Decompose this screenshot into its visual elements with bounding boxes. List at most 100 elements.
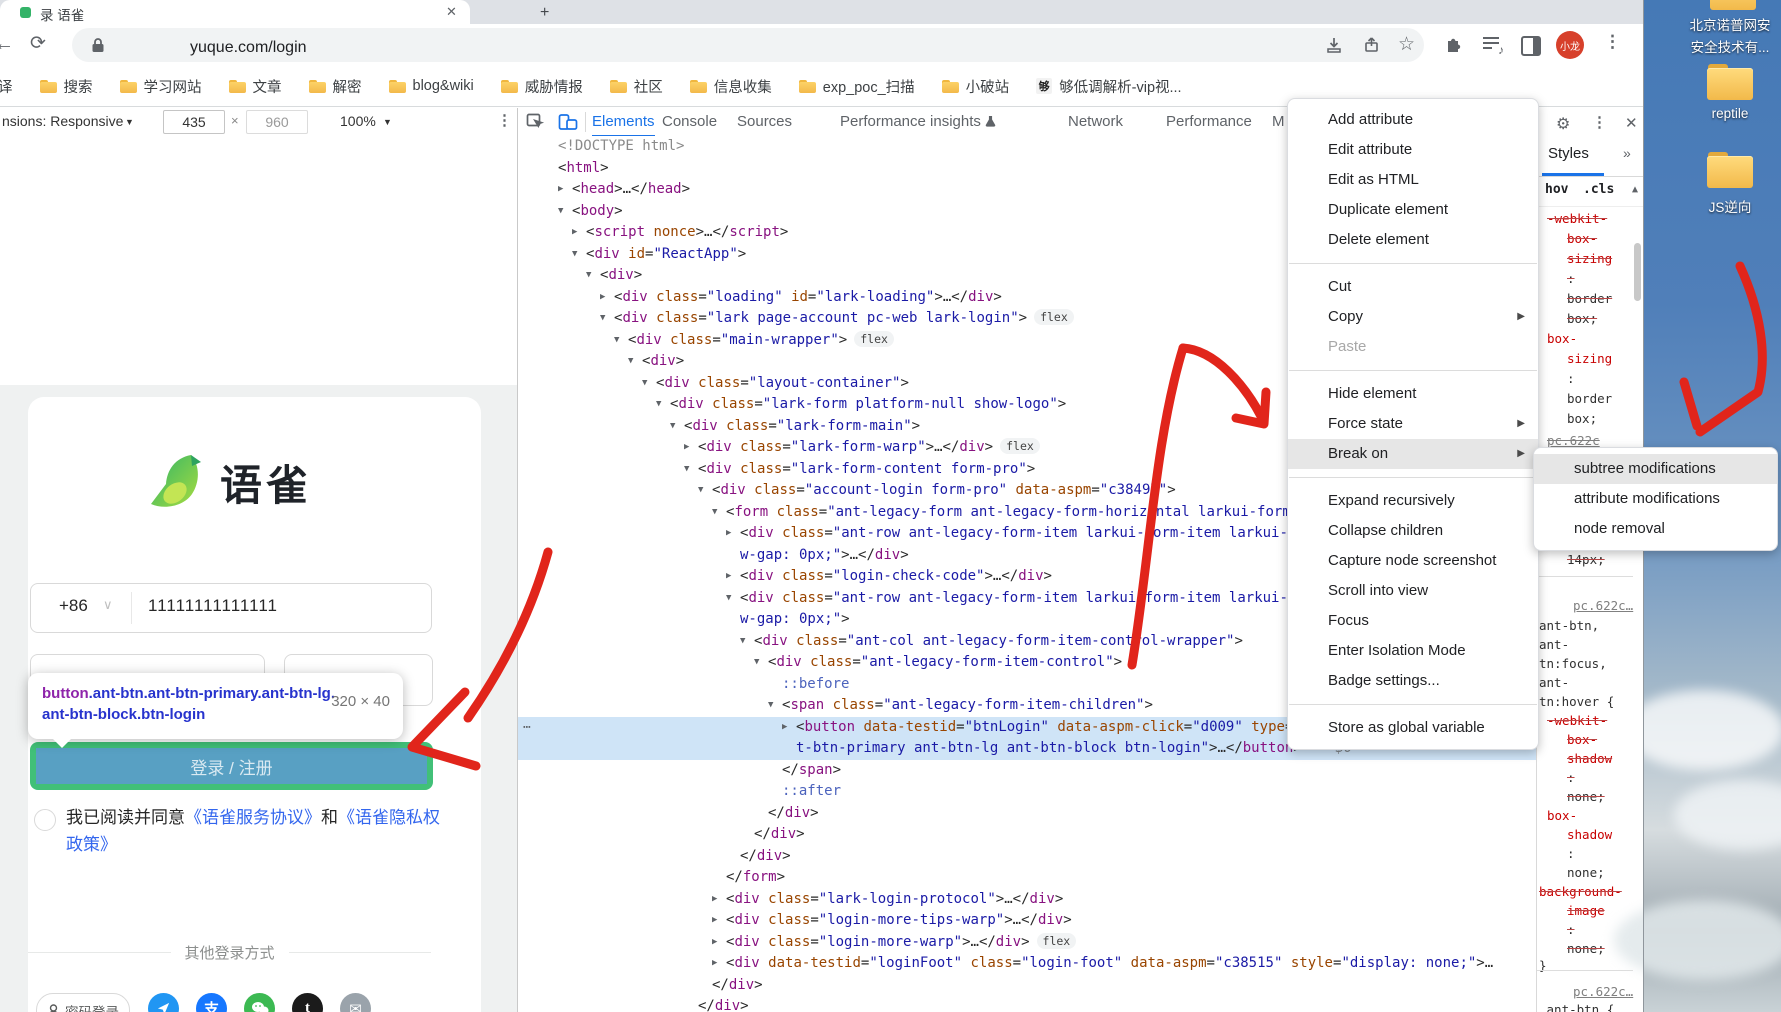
expanded-arrow-icon[interactable]: ▼ (656, 394, 668, 416)
expanded-arrow-icon[interactable]: ▼ (768, 695, 780, 717)
menu-item-store-as-global-variable[interactable]: Store as global variable (1288, 713, 1538, 743)
viewport-height-input[interactable]: 960 (246, 110, 308, 134)
expanded-arrow-icon[interactable]: ▼ (572, 244, 584, 266)
expanded-arrow-icon[interactable]: ▼ (698, 480, 710, 502)
folder-icon-reptile[interactable] (1707, 64, 1753, 100)
folder-icon-js-reverse[interactable] (1707, 152, 1753, 188)
bookmark-item[interactable]: blog&wiki (388, 78, 474, 94)
dom-tree-node[interactable]: ▶ <div class="lark-login-protocol">…</div… (518, 889, 1536, 911)
password-login-button[interactable]: 密码登录 (36, 993, 130, 1012)
collapsed-arrow-icon[interactable]: ▶ (684, 437, 696, 459)
stylesheet-source-link[interactable]: pc.622c (1547, 433, 1600, 448)
dimensions-label[interactable]: nsions: Responsive (2, 113, 123, 129)
expanded-arrow-icon[interactable]: ▼ (754, 652, 766, 674)
device-toggle-icon[interactable] (558, 113, 578, 131)
menu-item-cut[interactable]: Cut (1288, 272, 1538, 302)
menu-item-node-removal[interactable]: node removal (1534, 514, 1777, 544)
flex-badge[interactable]: flex (1034, 309, 1074, 325)
collapsed-arrow-icon[interactable]: ▶ (572, 222, 584, 244)
back-icon[interactable]: ← (0, 33, 14, 56)
dom-tree-node[interactable]: </div> (518, 846, 1536, 868)
flex-badge[interactable]: flex (1036, 932, 1077, 949)
viewport-width-input[interactable]: 435 (163, 110, 225, 134)
bookmark-item[interactable]: exp_poc_扫描 (798, 76, 915, 97)
folder-label[interactable]: reptile (1670, 106, 1781, 121)
inspect-element-icon[interactable] (526, 113, 545, 131)
bookmark-item[interactable]: 解密 (308, 76, 362, 97)
collapsed-arrow-icon[interactable]: ▶ (712, 889, 724, 911)
expanded-arrow-icon[interactable]: ▼ (586, 265, 598, 287)
agreement-checkbox[interactable] (34, 809, 56, 831)
menu-item-copy[interactable]: Copy ▶ (1288, 302, 1538, 332)
chevron-down-icon[interactable]: ∨ (103, 597, 113, 613)
stylesheet-source-link[interactable]: pc.622c… (1573, 598, 1633, 613)
desktop-item-label[interactable]: 安全技术有... (1670, 36, 1781, 56)
dom-tree-node[interactable]: ▶ <div data-testid="loginFoot" class="log… (518, 953, 1536, 975)
menu-item-duplicate-element[interactable]: Duplicate element (1288, 195, 1538, 225)
mail-icon[interactable]: ✉ (340, 993, 371, 1012)
expanded-arrow-icon[interactable]: ▼ (726, 588, 738, 610)
collapsed-arrow-icon[interactable]: ▶ (712, 953, 724, 975)
dom-tree-node[interactable]: ▶ <div class="login-more-tips-warp">…</di… (518, 910, 1536, 932)
dom-tree-node[interactable]: </span> (518, 760, 1536, 782)
login-button[interactable]: 登录 / 注册 (30, 742, 433, 790)
folder-icon-partial[interactable] (1710, 0, 1756, 10)
phone-input[interactable]: +86 ∨ 11111111111111 (30, 583, 432, 633)
bookmark-item[interactable]: 威胁情报 (500, 76, 583, 97)
menu-item-force-state[interactable]: Force state ▶ (1288, 409, 1538, 439)
bookmark-item[interactable]: 搜索 (39, 76, 93, 97)
collapsed-arrow-icon[interactable]: ▶ (726, 566, 738, 588)
download-icon[interactable] (1325, 36, 1343, 54)
expanded-arrow-icon[interactable]: ▼ (712, 502, 724, 524)
folder-label[interactable]: JS逆向 (1670, 196, 1781, 216)
tumblr-icon[interactable]: t (292, 993, 323, 1012)
menu-item-paste[interactable]: Paste (1288, 332, 1538, 362)
flex-badge[interactable]: flex (1000, 438, 1040, 454)
menu-item-subtree-modifications[interactable]: subtree modifications (1534, 454, 1777, 484)
agreement-link[interactable]: 《语雀服务协议》 (185, 808, 321, 827)
phone-number-value[interactable]: 11111111111111 (148, 596, 278, 616)
dom-tree-node[interactable]: </form> (518, 867, 1536, 889)
browser-tab[interactable]: 录 语雀 ✕ (0, 0, 470, 24)
dom-tree-node[interactable]: </div> (518, 824, 1536, 846)
desktop-item-label[interactable]: 北京诺普网安 (1670, 14, 1781, 34)
collapsed-arrow-icon[interactable]: ▶ (726, 523, 738, 545)
browser-menu-kebab-icon[interactable]: ⋮ (1604, 32, 1621, 52)
devtools-tab-performance-insights[interactable]: Performance insights (840, 108, 996, 135)
menu-item-focus[interactable]: Focus (1288, 606, 1538, 636)
menu-item-collapse-children[interactable]: Collapse children (1288, 516, 1538, 546)
menu-item-edit-attribute[interactable]: Edit attribute (1288, 135, 1538, 165)
devtools-tab-elements[interactable]: Elements (592, 108, 655, 138)
zoom-dropdown-icon[interactable]: ▼ (383, 117, 392, 127)
menu-item-capture-node-screenshot[interactable]: Capture node screenshot (1288, 546, 1538, 576)
dimensions-dropdown-icon[interactable]: ▼ (125, 117, 134, 127)
dom-tree-node[interactable]: </div> (518, 975, 1536, 997)
menu-item-edit-as-html[interactable]: Edit as HTML (1288, 165, 1538, 195)
bookmark-star-icon[interactable]: ☆ (1398, 33, 1415, 56)
expanded-arrow-icon[interactable]: ▼ (614, 330, 626, 352)
device-toolbar-kebab-icon[interactable]: ⋮ (497, 111, 512, 129)
extensions-puzzle-icon[interactable] (1444, 36, 1463, 55)
menu-item-scroll-into-view[interactable]: Scroll into view (1288, 576, 1538, 606)
new-tab-button[interactable]: + (540, 4, 549, 22)
menu-item-delete-element[interactable]: Delete element (1288, 225, 1538, 255)
expanded-arrow-icon[interactable]: ▼ (600, 308, 612, 330)
bookmark-item[interactable]: 够够低调解析-vip视... (1036, 76, 1182, 97)
devtools-tab-sources[interactable]: Sources (737, 108, 792, 135)
expanded-arrow-icon[interactable]: ▼ (558, 201, 570, 223)
address-bar[interactable]: yuque.com/login ☆ (72, 28, 1424, 62)
url-text[interactable]: yuque.com/login (190, 39, 307, 57)
menu-item-expand-recursively[interactable]: Expand recursively (1288, 486, 1538, 516)
dom-tree-node[interactable]: ▶ <div class="login-more-warp">…</div> fle… (518, 932, 1536, 954)
expanded-arrow-icon[interactable]: ▼ (684, 459, 696, 481)
profile-avatar[interactable]: 小龙 (1556, 31, 1584, 59)
devtools-tab-network[interactable]: Network (1068, 108, 1123, 135)
phone-prefix-select[interactable]: +86 (59, 596, 88, 616)
menu-item-enter-isolation-mode[interactable]: Enter Isolation Mode (1288, 636, 1538, 666)
reading-list-icon[interactable]: ♪ (1483, 35, 1504, 57)
bookmark-item[interactable]: 文章 (228, 76, 282, 97)
bookmark-item[interactable]: 社区 (609, 76, 663, 97)
menu-item-badge-settings-[interactable]: Badge settings... (1288, 666, 1538, 696)
collapsed-arrow-icon[interactable]: ▶ (712, 932, 724, 954)
flex-badge[interactable]: flex (854, 330, 894, 347)
